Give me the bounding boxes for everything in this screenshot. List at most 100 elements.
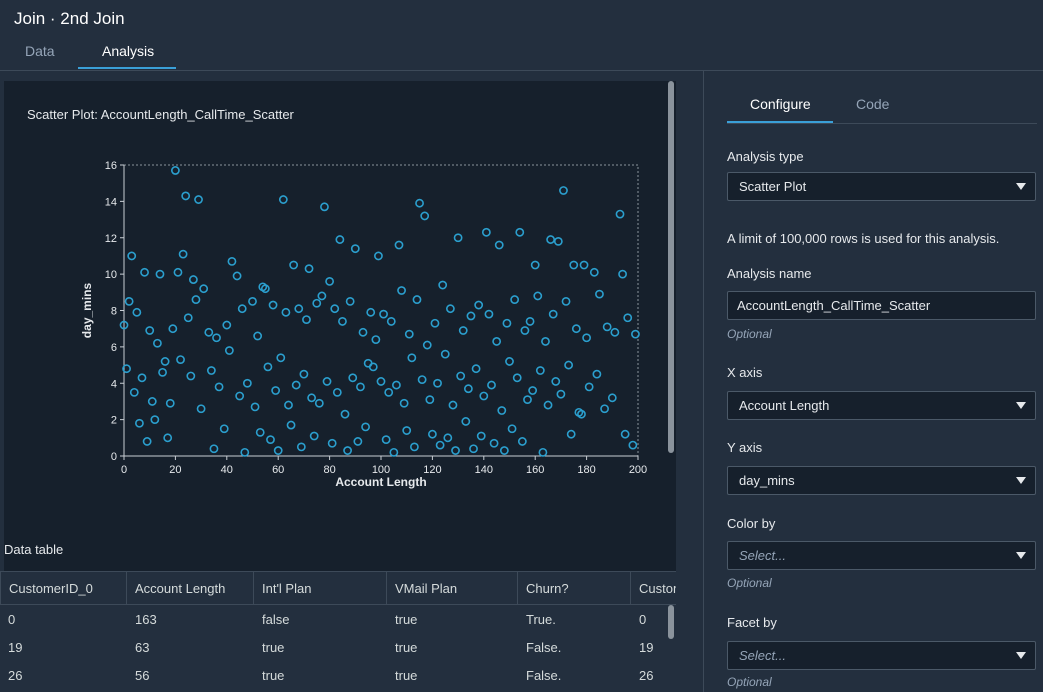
- scatter-point: [584, 382, 594, 392]
- scatter-point: [266, 435, 275, 445]
- scatter-point: [186, 371, 196, 381]
- scatter-point: [535, 366, 545, 375]
- color-by-optional: Optional: [727, 576, 772, 590]
- scatter-point: [222, 320, 232, 330]
- scatter-point: [160, 357, 170, 366]
- column-header-customerid-0[interactable]: CustomerID_0: [0, 571, 127, 605]
- scatter-point: [235, 391, 245, 401]
- analysis-type-label: Analysis type: [727, 149, 804, 164]
- column-header-vmail-plan[interactable]: VMail Plan: [387, 571, 518, 605]
- scatter-point: [281, 307, 291, 317]
- scatter-point: [302, 315, 311, 324]
- column-header-customerid-1[interactable]: CustomerID_1: [631, 571, 676, 605]
- scatter-point: [348, 373, 358, 383]
- y-tick-label: 0: [111, 451, 117, 463]
- table-cell: False.: [526, 640, 562, 655]
- scatter-point: [304, 264, 314, 274]
- tab-configure[interactable]: Configure: [750, 96, 811, 112]
- scatter-point: [433, 378, 442, 388]
- y-axis-value: day_mins: [739, 473, 795, 488]
- scatter-point: [484, 309, 494, 319]
- scatter-point: [268, 300, 278, 310]
- facet-by-placeholder: Select...: [739, 648, 786, 663]
- table-cell: 26: [8, 668, 23, 683]
- scatter-point: [173, 267, 183, 277]
- tab-code[interactable]: Code: [856, 96, 889, 112]
- table-scrollbar[interactable]: [668, 605, 674, 639]
- column-header-churn[interactable]: Churn?: [518, 571, 631, 605]
- scatter-point: [479, 391, 489, 401]
- scatter-point: [561, 297, 571, 306]
- scatter-point: [399, 398, 409, 408]
- scatter-point: [556, 389, 566, 399]
- facet-by-select[interactable]: Select...: [727, 641, 1036, 670]
- scatter-point: [327, 438, 337, 448]
- column-header-account-length[interactable]: Account Length: [127, 571, 254, 605]
- scatter-point: [214, 382, 224, 392]
- scatter-point: [541, 337, 550, 346]
- scatter-point: [443, 433, 453, 443]
- row-limit-note: A limit of 100,000 rows is used for this…: [727, 231, 1000, 246]
- scatter-point: [242, 378, 252, 388]
- column-header-intl-plan[interactable]: Int'l Plan: [254, 571, 387, 605]
- scatter-point: [129, 387, 139, 397]
- y-axis-select[interactable]: day_mins: [727, 466, 1036, 495]
- scatter-point: [181, 191, 191, 201]
- scatter-point: [183, 313, 193, 323]
- analysis-name-input[interactable]: AccountLength_CallTime_Scatter: [727, 291, 1036, 320]
- scatter-point: [289, 260, 299, 270]
- scatter-point: [392, 380, 401, 390]
- scatter-point: [165, 398, 175, 408]
- analysis-type-select[interactable]: Scatter Plot: [727, 172, 1036, 201]
- tab-baseline: [727, 123, 1037, 124]
- scatter-point: [145, 326, 155, 335]
- scatter-point: [404, 329, 414, 339]
- scatter-point: [140, 267, 149, 277]
- scatter-point: [579, 260, 589, 270]
- table-cell: 0: [8, 612, 16, 627]
- scatter-point: [368, 362, 378, 372]
- scatter-point: [199, 284, 209, 294]
- scatter-point: [212, 333, 221, 343]
- table-cell: 163: [135, 612, 157, 627]
- scatter-point: [237, 304, 247, 314]
- scatter-point: [168, 324, 178, 334]
- chevron-down-icon: [1016, 477, 1026, 484]
- scatter-point: [332, 387, 342, 397]
- tab-analysis[interactable]: Analysis: [102, 43, 154, 59]
- scatter-point: [389, 447, 399, 457]
- color-by-select[interactable]: Select...: [727, 541, 1036, 570]
- chevron-down-icon: [1016, 552, 1026, 559]
- tab-data[interactable]: Data: [25, 43, 55, 59]
- y-tick-label: 2: [111, 415, 117, 427]
- scatter-point: [458, 326, 468, 335]
- scatter-point: [379, 309, 388, 319]
- scatter-point: [147, 397, 157, 406]
- scatter-point: [497, 406, 507, 415]
- scatter-point: [284, 400, 293, 410]
- x-axis-select[interactable]: Account Length: [727, 391, 1036, 420]
- table-cell: true: [395, 640, 418, 655]
- scatter-point: [451, 446, 460, 455]
- y-axis-label: Y axis: [727, 440, 763, 455]
- data-table-label: Data table: [4, 542, 64, 557]
- scatter-point: [278, 195, 288, 204]
- x-tick-label: 60: [272, 464, 284, 476]
- scatter-point: [417, 375, 427, 385]
- scatter-point: [610, 327, 620, 337]
- scatter-point: [124, 297, 134, 306]
- y-tick-label: 12: [105, 233, 117, 245]
- scatter-point: [232, 271, 242, 281]
- chart-scrollbar[interactable]: [668, 81, 674, 453]
- scatter-point: [525, 317, 535, 326]
- scatter-point: [476, 431, 486, 441]
- scatter-point: [564, 360, 574, 370]
- scatter-point: [296, 442, 306, 452]
- scatter-point: [219, 424, 229, 434]
- scatter-point: [469, 444, 478, 454]
- chart-panel: Scatter Plot: AccountLength_CallTime_Sca…: [4, 81, 676, 585]
- y-tick-label: 10: [105, 269, 117, 281]
- scatter-point: [376, 377, 386, 386]
- color-by-label: Color by: [727, 516, 776, 531]
- scatter-point: [178, 249, 188, 259]
